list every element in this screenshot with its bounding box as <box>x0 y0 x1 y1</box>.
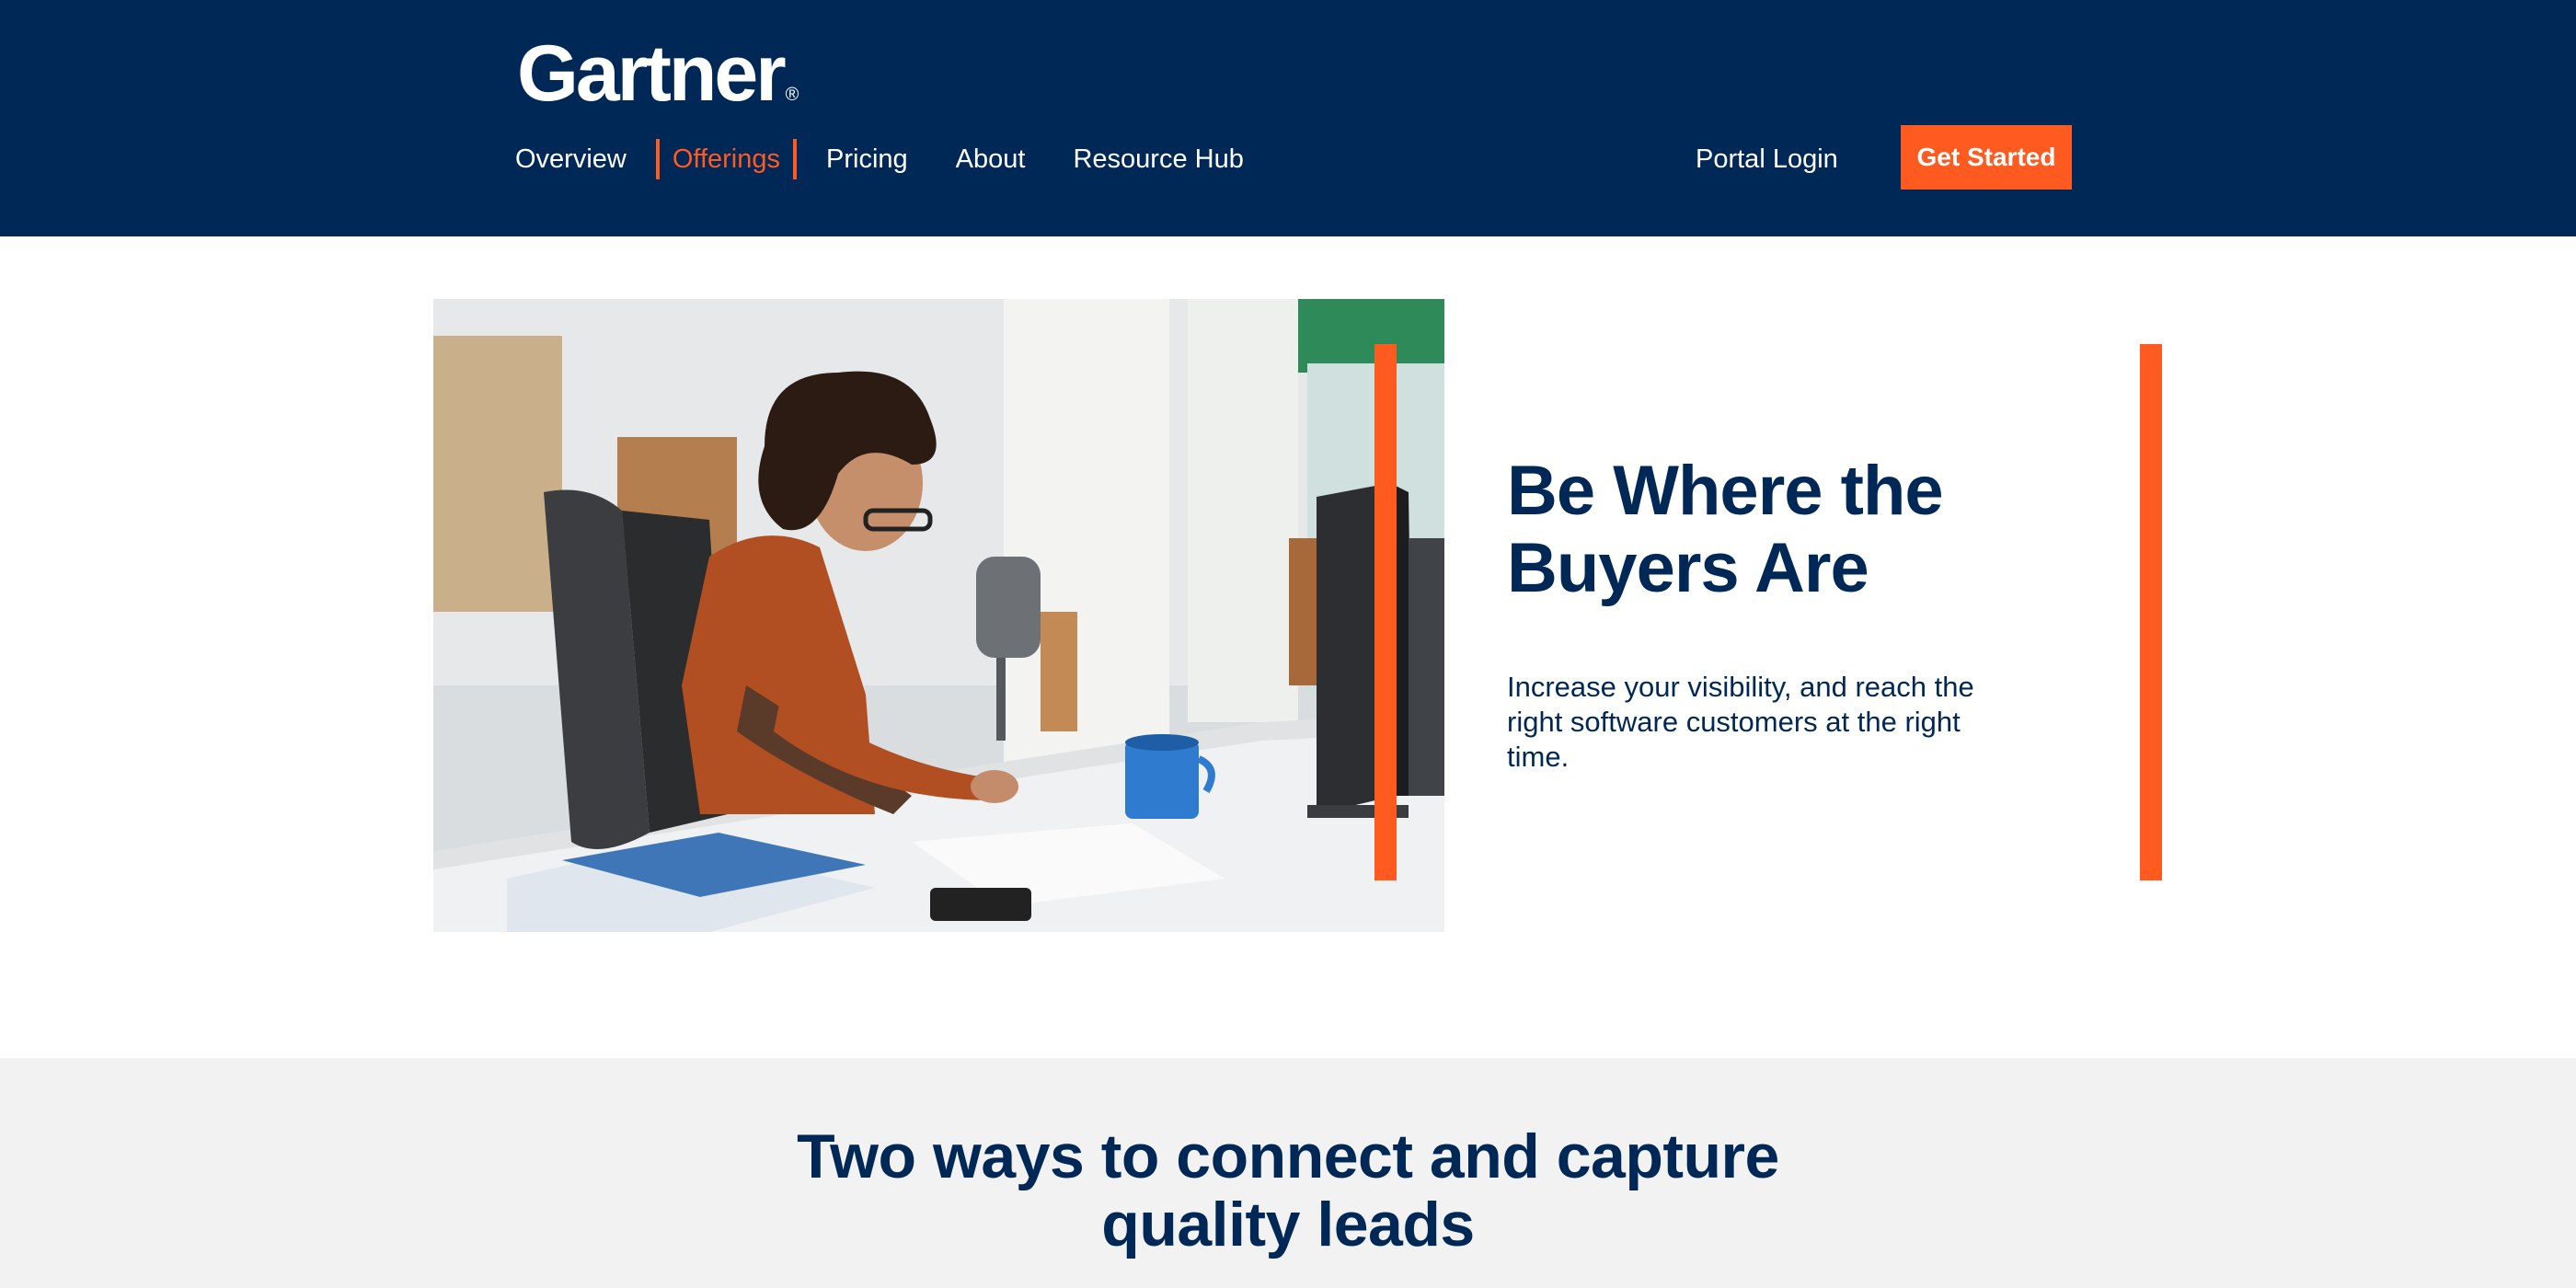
accent-bar-right <box>2140 344 2162 880</box>
hero-title: Be Where the Buyers Are <box>1507 452 1944 607</box>
nav-about[interactable]: About <box>956 136 1026 182</box>
section-title: Two ways to connect and capture quality … <box>0 1122 2576 1259</box>
registered-mark: ® <box>785 85 799 105</box>
hero-description: Increase your visibility, and reach the … <box>1507 671 1974 773</box>
connect-section: Two ways to connect and capture quality … <box>0 1058 2576 1288</box>
section-title-line-2: quality leads <box>1101 1190 1475 1259</box>
accent-bar <box>1374 344 1397 880</box>
section-title-line-1: Two ways to connect and capture <box>797 1121 1779 1191</box>
get-started-button[interactable]: Get Started <box>1901 125 2072 190</box>
main-nav: Overview Offerings Pricing About Resourc… <box>515 136 1292 182</box>
site-header: Gartner ® Overview Offerings Pricing Abou… <box>0 0 2576 236</box>
hero-office-photo <box>433 299 1444 932</box>
nav-pricing[interactable]: Pricing <box>826 136 908 182</box>
portal-login-link[interactable]: Portal Login <box>1696 136 1838 182</box>
nav-offerings[interactable]: Offerings <box>655 139 797 179</box>
gartner-logo[interactable]: Gartner ® <box>517 28 799 141</box>
nav-resource-hub[interactable]: Resource Hub <box>1073 136 1243 182</box>
nav-overview[interactable]: Overview <box>515 136 627 182</box>
office-photo-icon <box>433 299 1444 932</box>
logo-text: Gartner <box>517 29 787 118</box>
